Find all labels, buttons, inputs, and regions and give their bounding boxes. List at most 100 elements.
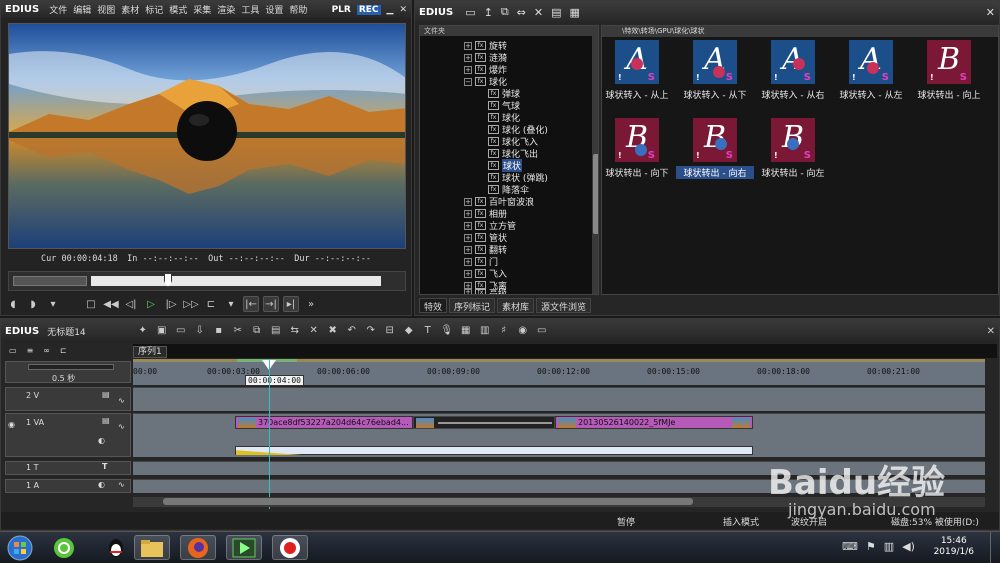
track-header-1va[interactable]: ◉ 1 VA ▤ ◐ ∿ xyxy=(5,413,131,457)
save-icon[interactable]: ▣ xyxy=(154,324,169,338)
new-sequence-icon[interactable]: ✦ xyxy=(135,324,150,338)
play-icon[interactable]: ▷ xyxy=(143,296,159,312)
mic-icon[interactable]: 🎙 xyxy=(439,324,454,338)
copy-icon[interactable]: ⧉ xyxy=(501,5,509,19)
taskbar-app-360[interactable] xyxy=(46,535,82,560)
effect-thumbnail[interactable]: B!S 球状转出 - 向左 xyxy=(754,118,832,179)
effect-thumbnail[interactable]: A! S 球状转入 - 从下 xyxy=(676,40,754,101)
plr-button[interactable]: PLR xyxy=(332,5,351,15)
timeline-scroll-thumb[interactable] xyxy=(163,498,693,505)
track-mixer-icon[interactable]: ∿ xyxy=(118,480,125,489)
copy-clip-icon[interactable]: ⧉ xyxy=(249,324,264,338)
sequence-tab[interactable]: 序列1 xyxy=(133,346,167,358)
menu-marker[interactable]: 标记 xyxy=(145,3,163,16)
snap-icon[interactable]: ⊏ xyxy=(60,346,67,358)
mark-out-icon[interactable]: ◗ xyxy=(25,296,41,312)
record-settings-icon[interactable]: ◉ xyxy=(515,324,530,338)
video-toggle-icon[interactable]: ◉ xyxy=(8,420,15,429)
split-icon[interactable]: ▸| xyxy=(283,296,299,312)
audio-clip[interactable] xyxy=(235,446,753,455)
effect-thumbnail[interactable]: A!S 球状转入 - 从上 xyxy=(598,40,676,101)
up-folder-icon[interactable]: ↥ xyxy=(484,6,493,19)
track-2v[interactable] xyxy=(133,387,985,411)
jog-slider[interactable] xyxy=(13,276,87,286)
status-insert-mode[interactable]: 插入模式 xyxy=(723,515,759,528)
title-icon[interactable]: T xyxy=(420,324,435,338)
track-header-1t[interactable]: 1 T T xyxy=(5,461,131,475)
taskbar-app-explorer[interactable] xyxy=(134,535,170,560)
menu-mode[interactable]: 模式 xyxy=(169,3,187,16)
delete-clip-icon[interactable]: ✕ xyxy=(306,324,321,338)
taskbar-app-edius[interactable] xyxy=(226,535,262,560)
effect-thumbnail[interactable]: A! S 球状转入 - 从右 xyxy=(754,40,832,101)
marker-icon[interactable]: ◆ xyxy=(401,324,416,338)
video-clip-2[interactable]: 20130526140022_5fMJe xyxy=(555,416,753,429)
step-back-icon[interactable]: ◁| xyxy=(123,296,139,312)
keyboard-icon[interactable]: ⌨ xyxy=(842,540,858,553)
rewind-icon[interactable]: ◀◀ xyxy=(103,296,119,312)
video-clip-1[interactable]: 370ace8df53227a204d64c76ebad4... xyxy=(235,416,413,429)
redo-icon[interactable]: ↷ xyxy=(363,324,378,338)
menu-help[interactable]: 帮助 xyxy=(289,3,307,16)
track-height-icon[interactable]: ▭ xyxy=(9,346,17,358)
menu-capture[interactable]: 采集 xyxy=(193,3,211,16)
folder-icon[interactable]: ▭ xyxy=(465,6,475,19)
timeline-ruler[interactable]: 00:00 00:00:03:00 00:00:06:00 00:00:09:0… xyxy=(133,359,985,386)
render-icon[interactable]: ▦ xyxy=(458,324,473,338)
loop-menu-icon[interactable]: ▾ xyxy=(223,296,239,312)
effect-thumbnail[interactable]: B! S 球状转出 - 向上 xyxy=(910,40,988,101)
effect-thumbnail[interactable]: A! S 球状转入 - 从左 xyxy=(832,40,910,101)
panel-close-icon[interactable]: ✕ xyxy=(986,6,995,19)
fast-forward-icon[interactable]: ▷▷ xyxy=(183,296,199,312)
open-icon[interactable]: ▭ xyxy=(173,324,188,338)
taskbar-app-firefox[interactable] xyxy=(180,535,216,560)
taskbar-clock[interactable]: 15:46 2019/1/6 xyxy=(934,536,974,558)
network-icon[interactable]: ▥ xyxy=(884,540,894,553)
mark-in-icon[interactable]: ◖ xyxy=(5,296,21,312)
view-mode-icon[interactable]: ▦ xyxy=(570,6,580,19)
mark-menu-icon[interactable]: ▾ xyxy=(45,296,61,312)
undo-icon[interactable]: ↶ xyxy=(344,324,359,338)
more-icon[interactable]: » xyxy=(303,296,319,312)
track-header-1a[interactable]: 1 A ◐ ∿ xyxy=(5,479,131,493)
menu-edit[interactable]: 编辑 xyxy=(73,3,91,16)
grid-icon[interactable]: ▥ xyxy=(477,324,492,338)
shuttle-bar[interactable] xyxy=(91,276,381,286)
export-icon[interactable]: ⇩ xyxy=(192,324,207,338)
step-forward-icon[interactable]: |▷ xyxy=(163,296,179,312)
menu-render[interactable]: 渲染 xyxy=(217,3,235,16)
track-lock-icon[interactable]: ▤ xyxy=(102,390,110,399)
track-header-2v[interactable]: 2 V ▤ ∿ xyxy=(5,387,131,411)
paste-icon[interactable]: ▤ xyxy=(268,324,283,338)
speaker-icon[interactable]: ◐ xyxy=(98,480,105,489)
delete-icon[interactable]: ✕ xyxy=(534,6,543,19)
cut-icon[interactable]: ✂ xyxy=(230,324,245,338)
transition-region[interactable] xyxy=(413,416,555,429)
track-mixer-icon[interactable]: ∿ xyxy=(118,422,125,431)
stop-icon[interactable]: □ xyxy=(83,296,99,312)
track-mixer-icon[interactable]: ∿ xyxy=(118,396,125,405)
tab-bin[interactable]: 素材库 xyxy=(497,298,535,313)
taskbar-app-recorder[interactable] xyxy=(272,535,308,560)
close-icon[interactable]: ✕ xyxy=(399,5,407,15)
track-1va[interactable]: 370ace8df53227a204d64c76ebad4... 2013052… xyxy=(133,413,985,457)
loop-icon[interactable]: ⊏ xyxy=(203,296,219,312)
transition-icon[interactable]: ⇔ xyxy=(517,6,526,19)
speaker-icon[interactable]: ◐ xyxy=(98,436,105,445)
menu-view[interactable]: 视图 xyxy=(97,3,115,16)
timeline-close-icon[interactable]: ✕ xyxy=(987,326,995,337)
properties-icon[interactable]: ▤ xyxy=(551,6,561,19)
overwrite-icon[interactable]: →| xyxy=(263,296,279,312)
rec-button[interactable]: REC xyxy=(356,4,381,15)
insert-icon[interactable]: |← xyxy=(243,296,259,312)
player-scrubber[interactable] xyxy=(8,271,406,291)
show-desktop-button[interactable] xyxy=(990,532,1000,563)
tab-source-browser[interactable]: 源文件浏览 xyxy=(536,298,592,313)
tab-effects[interactable]: 特效 xyxy=(419,298,448,313)
disk-icon[interactable]: ▪ xyxy=(211,324,226,338)
effect-thumbnail-selected[interactable]: B! S 球状转出 - 向右 xyxy=(676,118,754,179)
group-icon[interactable]: ⊟ xyxy=(382,324,397,338)
start-button[interactable] xyxy=(2,535,38,560)
mixer-icon[interactable]: ♯ xyxy=(496,324,511,338)
zoom-slider[interactable] xyxy=(28,364,114,370)
